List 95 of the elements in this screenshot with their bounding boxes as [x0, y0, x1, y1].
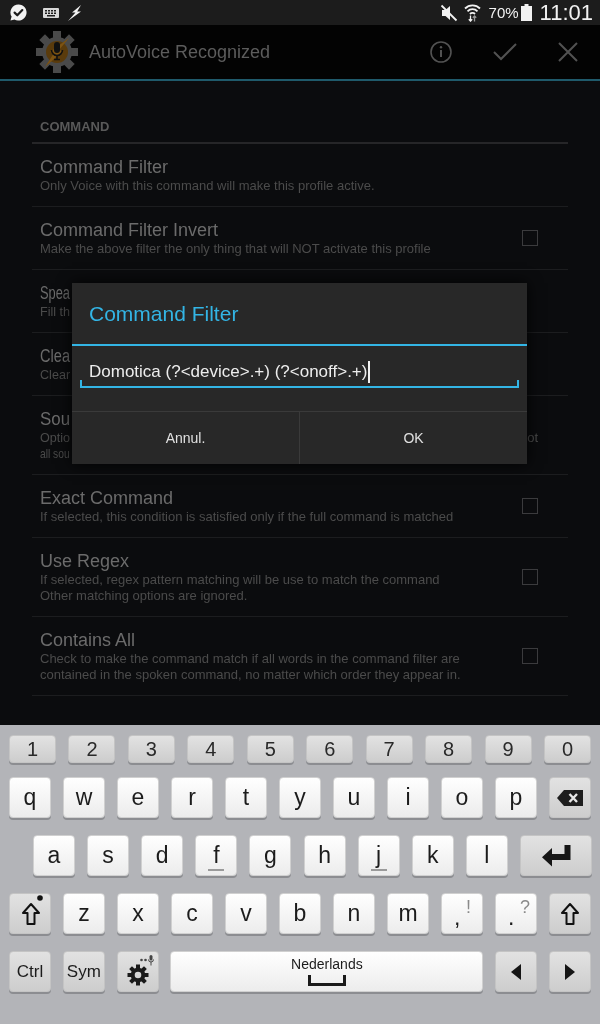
letter-key[interactable]: j [357, 835, 400, 876]
clock: 11:01 [539, 1, 593, 24]
letter-key[interactable]: y [279, 777, 321, 818]
letter-key[interactable]: c [171, 893, 213, 934]
letter-key[interactable]: z [63, 893, 105, 934]
preference-summary: Clear [40, 367, 71, 383]
app-title: AutoVoice Recognized [89, 40, 271, 64]
preference-summary: Check to make the command match if all words in the command filter are [40, 651, 460, 667]
number-key[interactable]: 9 [484, 735, 532, 763]
preference-title[interactable]: Command Filter Invert [40, 219, 219, 241]
backspace-icon [557, 789, 583, 806]
letter-key[interactable]: h [303, 835, 346, 876]
info-icon[interactable] [430, 41, 452, 63]
settings-key[interactable] [116, 951, 159, 992]
number-key[interactable]: 0 [543, 735, 591, 763]
letter-key[interactable]: g [249, 835, 292, 876]
battery-icon [520, 4, 532, 21]
preference-summary: Only Voice with this command will make this profile active. [40, 178, 375, 194]
preference-summary: Make the above filter the only thing that will NOT activate this profile [40, 241, 431, 257]
text-cursor-icon [368, 361, 371, 383]
enter-icon [541, 844, 571, 867]
checkbox[interactable] [522, 648, 538, 664]
letter-key[interactable]: l [465, 835, 508, 876]
dialog-button[interactable]: OK [299, 412, 527, 464]
letter-key[interactable]: w [63, 777, 105, 818]
dialog-title: Command Filter [89, 303, 239, 324]
gear-mic-icon [35, 30, 79, 74]
letter-key[interactable]: s [87, 835, 130, 876]
letter-key[interactable]: f [195, 835, 238, 876]
space-bar-icon [307, 975, 346, 986]
number-key[interactable]: 1 [9, 735, 56, 763]
backspace-key[interactable] [549, 777, 591, 818]
letter-key[interactable]: m [387, 893, 429, 934]
right-triangle-icon [565, 963, 575, 980]
preference-title[interactable]: Use Regex [40, 550, 130, 572]
preference-title[interactable]: Command Filter [40, 156, 169, 178]
check-icon[interactable] [493, 43, 517, 61]
letter-key[interactable]: p [495, 777, 537, 818]
letter-key[interactable]: q [9, 777, 51, 818]
preference-title[interactable]: Exact Command [40, 487, 174, 509]
lightning-icon [67, 4, 82, 21]
left-arrow-key[interactable] [495, 951, 538, 992]
preference-title[interactable]: Clea [40, 345, 71, 367]
letter-key[interactable]: v [225, 893, 267, 934]
preference-summary: Optio [40, 430, 71, 446]
letter-key[interactable]: e [117, 777, 159, 818]
input-field[interactable]: Domotica (?<device>.+) (?<onoff>.+) [80, 358, 519, 388]
shift-key[interactable] [9, 893, 51, 934]
letter-key[interactable]: a [33, 835, 75, 876]
letter-key[interactable]: x [117, 893, 159, 934]
shift-key[interactable] [549, 893, 591, 934]
right-arrow-key[interactable] [549, 951, 591, 992]
checkbox[interactable] [522, 230, 538, 246]
dots-mic-icon [139, 955, 155, 966]
number-key[interactable]: 5 [246, 735, 294, 763]
checkbox[interactable] [522, 498, 538, 514]
checkbox[interactable] [522, 569, 538, 585]
preference-summary: Other matching options are ignored. [40, 588, 248, 604]
settings-icon [126, 963, 149, 986]
number-key[interactable]: 8 [425, 735, 473, 763]
number-key[interactable]: 2 [68, 735, 116, 763]
letter-key[interactable]: d [141, 835, 184, 876]
letter-key[interactable]: i [387, 777, 429, 818]
letter-key[interactable]: r [171, 777, 213, 818]
preference-title[interactable]: Contains All [40, 629, 136, 651]
mute-icon [439, 3, 458, 22]
preference-summary: If selected, regex pattern matching will be use to match the command [40, 572, 440, 588]
punctuation-key[interactable]: . ? [495, 893, 537, 934]
number-key[interactable]: 4 [187, 735, 235, 763]
letter-key[interactable]: o [441, 777, 483, 818]
number-key[interactable]: 7 [365, 735, 413, 763]
preference-title[interactable]: Spea [40, 282, 70, 304]
number-key[interactable]: 6 [306, 735, 354, 763]
section-header: COMMAND [40, 119, 110, 135]
enter-key[interactable] [520, 835, 592, 876]
punctuation-key[interactable]: , ! [441, 893, 483, 934]
letter-key[interactable]: k [411, 835, 454, 876]
letter-key[interactable]: n [333, 893, 375, 934]
wifi-icon [463, 3, 481, 22]
preference-title[interactable]: Sou [40, 408, 71, 430]
preference-summary: contained in the spoken command, no matter which order they appear in. [40, 667, 461, 683]
letter-key[interactable]: u [333, 777, 375, 818]
battery-percent: 70% [488, 5, 519, 20]
chat-check-icon [9, 3, 28, 22]
letter-key[interactable]: t [225, 777, 267, 818]
function-key[interactable]: Ctrl [9, 951, 51, 992]
keyboard-icon [43, 7, 59, 18]
preference-summary: If selected, this condition is satisfied only if the full command is matched [40, 509, 454, 525]
dialog-button[interactable]: Annul. [72, 412, 299, 464]
close-icon[interactable] [558, 42, 578, 62]
left-triangle-icon [511, 963, 522, 980]
function-key[interactable]: Sym [62, 951, 105, 992]
letter-key[interactable]: b [279, 893, 321, 934]
space-key[interactable]: Nederlands [170, 951, 484, 992]
number-key[interactable]: 3 [127, 735, 175, 763]
